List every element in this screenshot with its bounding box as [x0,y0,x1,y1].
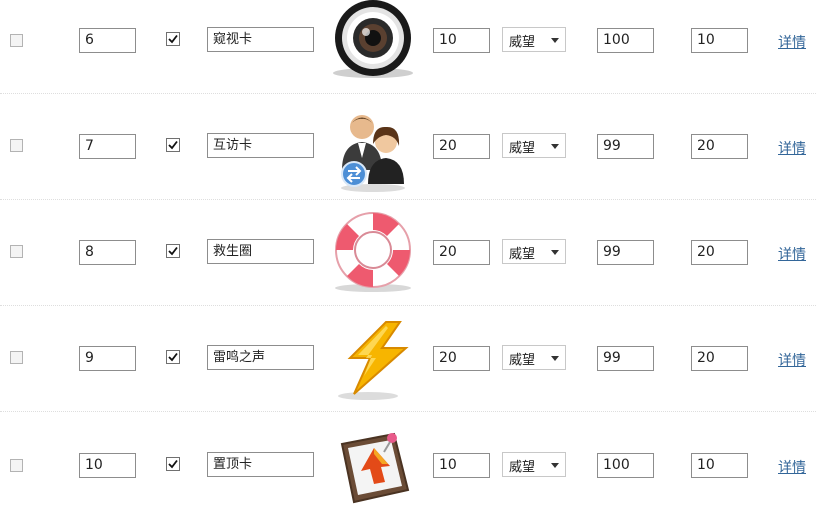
purchase-limit-input[interactable]: 10 [691,453,748,478]
item-name-input[interactable]: 互访卡 [207,133,314,158]
credit-type-value: 威望 [509,353,536,368]
pin-to-top-icon [340,432,410,504]
stock-input[interactable]: 99 [597,240,654,265]
price-input[interactable]: 20 [433,240,490,265]
chevron-down-icon [551,144,559,149]
delete-checkbox[interactable] [10,139,23,152]
enabled-checkbox[interactable] [166,32,180,46]
credit-type-value: 威望 [509,141,536,156]
item-name-input[interactable]: 雷鸣之声 [207,345,314,370]
user-swap-icon [341,115,405,192]
display-order-input[interactable]: 10 [79,453,136,478]
purchase-limit-input[interactable]: 20 [691,134,748,159]
item-name-input[interactable]: 置顶卡 [207,452,314,477]
table-row: 7 互访卡 20 威望 99 20 详情 [0,94,816,200]
detail-link[interactable]: 详情 [778,457,806,477]
table-row: 6 窥视卡 10 威望 100 10 详情 [0,0,816,94]
enabled-checkbox[interactable] [166,138,180,152]
purchase-limit-input[interactable]: 20 [691,240,748,265]
item-name-input[interactable]: 窥视卡 [207,27,314,52]
enabled-checkbox[interactable] [166,350,180,364]
item-name-input[interactable]: 救生圈 [207,239,314,264]
table-row: 9 雷鸣之声 20 威望 99 20 详情 [0,306,816,412]
chevron-down-icon [551,463,559,468]
stock-input[interactable]: 100 [597,28,654,53]
credit-type-select[interactable]: 威望 [502,27,566,52]
enabled-checkbox[interactable] [166,457,180,471]
life-ring-icon [335,212,411,292]
credit-type-select[interactable]: 威望 [502,452,566,477]
eye-lens-icon [333,0,413,78]
chevron-down-icon [551,38,559,43]
detail-link[interactable]: 详情 [778,244,806,264]
display-order-input[interactable]: 7 [79,134,136,159]
detail-link[interactable]: 详情 [778,350,806,370]
price-input[interactable]: 10 [433,28,490,53]
display-order-input[interactable]: 6 [79,28,136,53]
detail-link[interactable]: 详情 [778,32,806,52]
chevron-down-icon [551,356,559,361]
delete-checkbox[interactable] [10,245,23,258]
detail-link[interactable]: 详情 [778,138,806,158]
price-input[interactable]: 20 [433,134,490,159]
delete-checkbox[interactable] [10,459,23,472]
magic-items-list: 6 窥视卡 10 威望 100 10 详情 7 互访卡 20 威望 99 20 … [0,0,816,504]
stock-input[interactable]: 100 [597,453,654,478]
chevron-down-icon [551,250,559,255]
enabled-checkbox[interactable] [166,244,180,258]
credit-type-value: 威望 [509,247,536,262]
credit-type-select[interactable]: 威望 [502,239,566,264]
purchase-limit-input[interactable]: 10 [691,28,748,53]
delete-checkbox[interactable] [10,351,23,364]
credit-type-select[interactable]: 威望 [502,345,566,370]
display-order-input[interactable]: 9 [79,346,136,371]
table-row: 10 置顶卡 10 威望 100 10 详情 [0,412,816,504]
credit-type-select[interactable]: 威望 [502,133,566,158]
lightning-icon [338,321,409,400]
price-input[interactable]: 20 [433,346,490,371]
stock-input[interactable]: 99 [597,346,654,371]
credit-type-value: 威望 [509,460,536,475]
display-order-input[interactable]: 8 [79,240,136,265]
price-input[interactable]: 10 [433,453,490,478]
table-row: 8 救生圈 20 威望 99 20 详情 [0,200,816,306]
credit-type-value: 威望 [509,35,536,50]
stock-input[interactable]: 99 [597,134,654,159]
delete-checkbox[interactable] [10,34,23,47]
purchase-limit-input[interactable]: 20 [691,346,748,371]
